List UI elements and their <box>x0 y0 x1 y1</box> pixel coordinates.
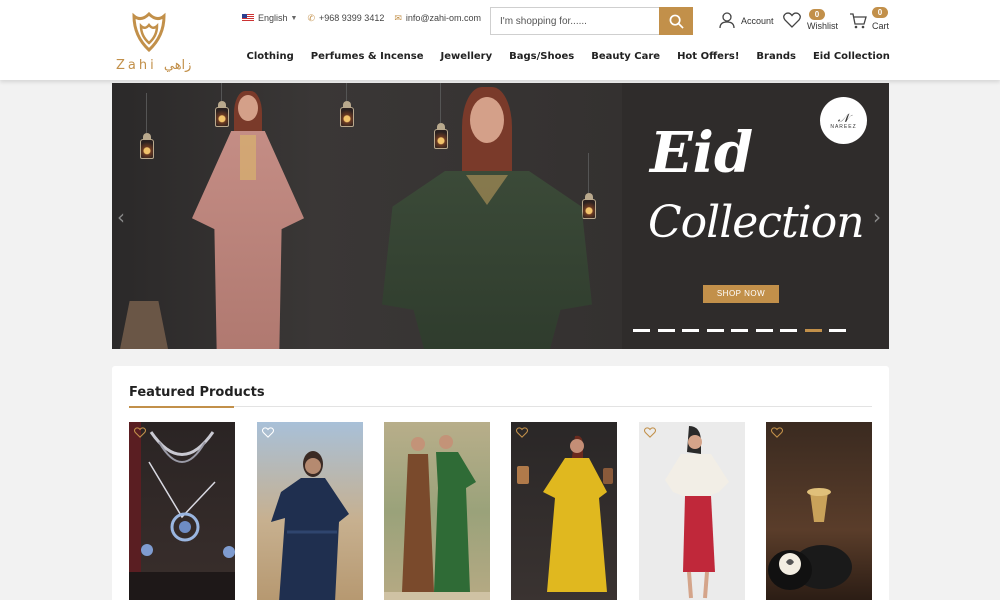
lantern-image <box>140 93 154 163</box>
search-bar <box>490 7 693 35</box>
section-title: Featured Products <box>129 385 265 400</box>
wishlist-count-badge: 0 <box>809 9 825 20</box>
heart-icon[interactable] <box>134 427 146 438</box>
product-card[interactable] <box>766 422 872 600</box>
product-image <box>384 435 490 600</box>
search-input[interactable] <box>491 8 661 34</box>
model-pink-dress <box>172 83 322 349</box>
product-image <box>129 422 235 600</box>
logo-mark-icon <box>132 11 166 53</box>
logo-text: Zahi زاهي <box>116 58 192 73</box>
cart-icon <box>850 13 867 29</box>
phone-icon: ✆ <box>307 12 316 23</box>
account-link[interactable]: Account <box>719 12 774 29</box>
section-divider-accent <box>129 406 234 408</box>
slider-dot[interactable] <box>682 329 699 332</box>
nav-item-bags-shoes[interactable]: Bags/Shoes <box>509 51 574 62</box>
nav-item-beauty-care[interactable]: Beauty Care <box>591 51 660 62</box>
account-label: Account <box>741 15 774 26</box>
decor-lamp-image <box>120 301 168 349</box>
phone-contact[interactable]: ✆ +968 9399 3412 <box>307 13 384 24</box>
user-icon <box>719 12 735 29</box>
caret-down-icon: ▼ <box>290 14 298 22</box>
slider-dot[interactable] <box>657 329 675 332</box>
shop-now-button[interactable]: SHOP NOW <box>703 285 779 303</box>
hero-banner[interactable]: 𝒩 NAREEZ Eid Collection SHOP NOW ‹ › <box>112 83 889 349</box>
brand-badge[interactable]: 𝒩 NAREEZ <box>820 97 867 144</box>
email-address: info@zahi-om.com <box>405 13 482 23</box>
logo[interactable]: Zahi زاهي <box>110 6 190 76</box>
chevron-right-icon[interactable]: › <box>873 205 881 229</box>
product-card[interactable] <box>639 422 745 600</box>
product-image <box>768 488 852 590</box>
nav-item-perfumes[interactable]: Perfumes & Incense <box>311 51 424 62</box>
chevron-left-icon[interactable]: ‹ <box>117 205 125 229</box>
brand-badge-text: NAREEZ <box>830 123 857 130</box>
nav-item-clothing[interactable]: Clothing <box>247 51 294 62</box>
slider-dot[interactable] <box>755 329 773 332</box>
product-image <box>271 451 349 600</box>
heart-icon[interactable] <box>516 427 528 438</box>
nav-item-jewellery[interactable]: Jewellery <box>441 51 493 62</box>
slider-dots <box>633 329 854 332</box>
search-icon <box>669 14 684 29</box>
slider-dot[interactable] <box>731 329 748 332</box>
featured-products-section: Featured Products <box>112 366 889 600</box>
hero-photo <box>112 83 622 349</box>
nav-item-eid-collection[interactable]: Eid Collection <box>813 51 890 62</box>
product-image <box>665 426 729 599</box>
heart-icon <box>783 12 801 28</box>
product-card[interactable] <box>384 422 490 600</box>
heart-icon[interactable] <box>771 427 783 438</box>
hero-title: Eid <box>650 120 754 186</box>
model-green-dress <box>372 83 592 349</box>
heart-icon[interactable] <box>644 427 656 438</box>
hero-subtitle: Collection <box>648 197 865 248</box>
cart-count-badge: 0 <box>872 7 888 18</box>
slider-dot[interactable] <box>706 329 724 332</box>
slider-dot[interactable] <box>633 329 650 332</box>
heart-icon[interactable] <box>262 427 274 438</box>
slider-dot[interactable] <box>780 329 797 332</box>
slider-dot[interactable] <box>829 329 846 332</box>
product-card[interactable] <box>257 422 363 600</box>
language-selector[interactable]: English ▼ <box>242 13 297 23</box>
nav-item-brands[interactable]: Brands <box>756 51 796 62</box>
section-divider <box>129 406 872 407</box>
wishlist-label[interactable]: Wishlist <box>807 21 838 31</box>
cart-label[interactable]: Cart <box>872 21 889 31</box>
brand-logo-icon: 𝒩 <box>837 110 850 125</box>
product-card[interactable] <box>129 422 235 600</box>
email-contact[interactable]: ✉ info@zahi-om.com <box>394 13 481 24</box>
cart-link[interactable] <box>849 13 867 29</box>
phone-number: +968 9399 3412 <box>319 13 385 23</box>
product-card[interactable] <box>511 422 617 600</box>
top-bar: English ▼ ✆ +968 9399 3412 ✉ info@zahi-o… <box>242 11 491 25</box>
wishlist-link[interactable] <box>783 12 801 28</box>
main-nav: Clothing Perfumes & Incense Jewellery Ba… <box>238 51 898 62</box>
lantern-image <box>340 83 354 131</box>
us-flag-icon <box>242 14 254 22</box>
product-image <box>517 435 613 592</box>
slider-dot[interactable] <box>804 329 822 332</box>
search-button[interactable] <box>659 7 693 35</box>
site-header: Zahi زاهي English ▼ ✆ +968 9399 3412 ✉ i… <box>0 0 1000 80</box>
nav-item-hot-offers[interactable]: Hot Offers! <box>677 51 739 62</box>
mail-icon: ✉ <box>394 12 402 23</box>
language-label: English <box>258 13 288 23</box>
